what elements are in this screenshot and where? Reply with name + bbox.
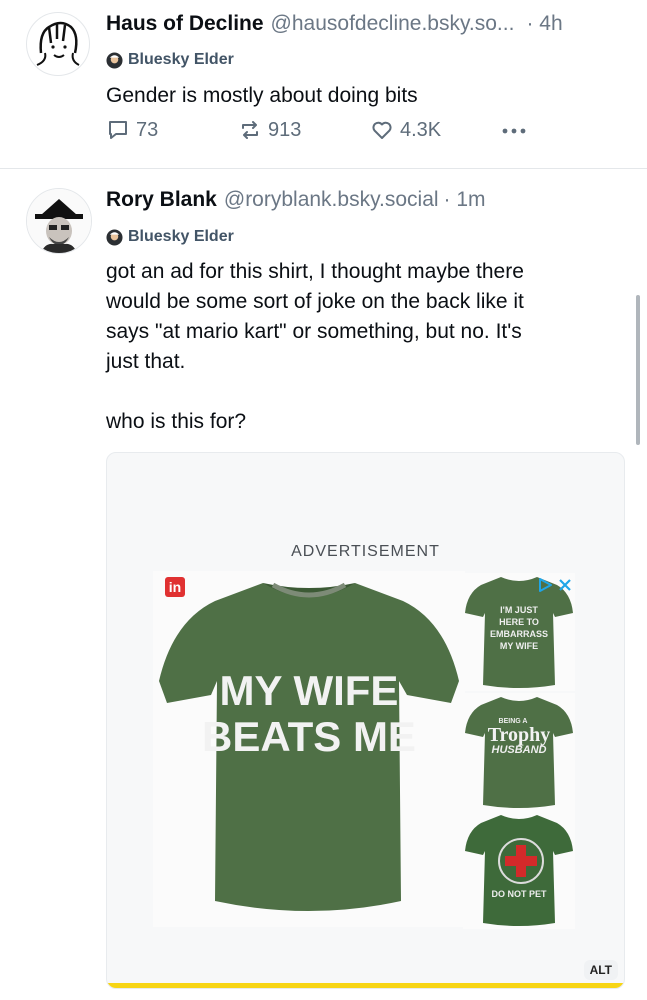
author-handle[interactable]: @roryblank.bsky.social — [224, 188, 439, 212]
alt-text-button[interactable]: ALT — [583, 960, 618, 980]
badge-icon — [106, 228, 123, 246]
post-text-line: who is this for? — [106, 410, 247, 433]
post-text-line: just that. — [106, 350, 186, 373]
thumb2-under-text: HUSBAND — [492, 744, 547, 756]
reply-icon — [109, 121, 127, 139]
thumb3-text: DO NOT PET — [491, 889, 547, 899]
author-name[interactable]: Haus of Decline — [106, 12, 264, 36]
thumb1-text: EMBARRASS — [490, 629, 548, 639]
shirt-text-line2: BEATS ME — [202, 713, 416, 760]
shirt-text-line1: MY WIFE — [220, 667, 399, 714]
badge-label: Bluesky Elder — [128, 51, 234, 68]
thumbnail-shirt-3[interactable]: DO NOT PET — [463, 811, 575, 929]
reply-count: 73 — [136, 118, 159, 141]
avatar-drawing-icon — [36, 21, 80, 66]
thumb1-text: MY WIFE — [500, 641, 538, 651]
post-time[interactable]: · 1m — [444, 188, 486, 212]
scrollbar[interactable] — [636, 295, 640, 445]
thumb2-big-text: Trophy — [488, 724, 551, 746]
post-text: got an ad for this shirt, I thought mayb… — [106, 257, 524, 437]
repost-button[interactable]: 913 — [238, 118, 301, 142]
badge-label: Bluesky Elder — [128, 228, 234, 245]
post-haus-of-decline[interactable]: Haus of Decline @hausofdecline.bsky.so..… — [0, 0, 647, 168]
advertisement-label: ADVERTISEMENT — [291, 543, 440, 560]
more-options-button[interactable] — [500, 118, 534, 142]
repost-count: 913 — [268, 118, 302, 141]
more-options-icon — [502, 128, 526, 134]
post-text-line: got an ad for this shirt, I thought mayb… — [106, 260, 524, 283]
repost-icon — [242, 121, 258, 139]
badge-icon — [106, 51, 123, 69]
reply-button[interactable]: 73 — [106, 118, 158, 142]
author-name[interactable]: Rory Blank — [106, 188, 217, 212]
like-button[interactable]: 4.3K — [370, 118, 441, 142]
ad-logo-icon: in — [165, 577, 185, 597]
post-header: Haus of Decline @hausofdecline.bsky.so..… — [106, 12, 563, 36]
like-count: 4.3K — [400, 118, 442, 141]
post-time[interactable]: · 4h — [526, 12, 562, 36]
heart-icon — [372, 121, 392, 139]
thumbnail-shirt-2[interactable]: BEING A Trophy HUSBAND — [463, 693, 575, 811]
close-ad-icon[interactable] — [557, 577, 573, 593]
elder-badge: Bluesky Elder — [106, 51, 234, 69]
post-text: Gender is mostly about doing bits — [106, 84, 418, 107]
post-text-line: would be some sort of joke on the back l… — [106, 290, 524, 313]
ad-choices[interactable] — [537, 577, 573, 593]
post-actions: 73 913 4.3K — [106, 118, 536, 148]
main-shirt-image: MY WIFE BEATS ME — [153, 571, 465, 927]
post-header: Rory Blank @roryblank.bsky.social · 1m — [106, 188, 486, 212]
thumb1-text: HERE TO — [499, 617, 539, 627]
avatar[interactable] — [26, 188, 92, 254]
avatar-photo-icon — [27, 189, 91, 253]
avatar[interactable] — [26, 12, 90, 76]
ad-bottom-bar — [107, 983, 624, 988]
thumb1-text: I'M JUST — [500, 605, 538, 615]
ad-choices-icon[interactable] — [537, 577, 553, 593]
elder-badge: Bluesky Elder — [106, 228, 234, 246]
attached-image[interactable]: ADVERTISEMENT MY WIFE BEATS ME in I'M JU… — [106, 452, 625, 989]
author-handle[interactable]: @hausofdecline.bsky.so... — [271, 12, 515, 36]
post-text-line: says "at mario kart" or something, but n… — [106, 320, 522, 343]
